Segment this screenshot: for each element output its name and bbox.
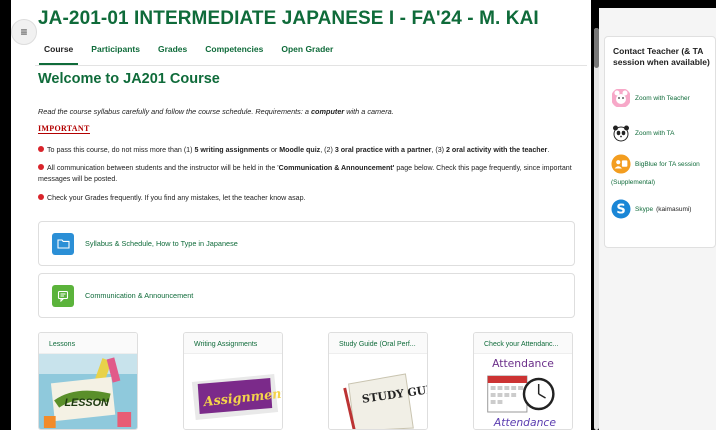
- rule-text: All communication between students and t…: [47, 164, 279, 172]
- course-main-region: ≡ JA-201-01 INTERMEDIATE JAPANESE I - FA…: [11, 0, 591, 430]
- card-attendance[interactable]: Check your Attendanc... Attendance Atten…: [473, 332, 573, 430]
- welcome-heading: Welcome to JA201 Course: [38, 71, 220, 87]
- intro-prefix: Read the course syllabus carefully and f…: [38, 107, 311, 116]
- resource-syllabus-label: Syllabus & Schedule, How to Type in Japa…: [85, 239, 238, 248]
- contact-teacher-block: Contact Teacher (& TA session when avail…: [604, 36, 716, 248]
- zoom-ta-label: Zoom with TA: [635, 129, 675, 137]
- intro-suffix: with a camera.: [344, 107, 394, 116]
- course-nav-tabs: Course Participants Grades Competencies …: [35, 40, 587, 66]
- zoom-teacher-label: Zoom with Teacher: [635, 94, 690, 102]
- assignment-image: Assignment: [184, 354, 282, 429]
- rule-bold: 2 oral activity with the teacher: [446, 146, 548, 154]
- bigblue-note-label: (Supplemental): [611, 179, 656, 186]
- svg-text:S: S: [616, 203, 625, 218]
- intro-bold: computer: [310, 107, 345, 116]
- tab-course[interactable]: Course: [35, 40, 82, 65]
- card-writing-assignments[interactable]: Writing Assignments Assignment: [183, 332, 283, 430]
- lesson-image: LESSON: [39, 354, 137, 429]
- rule-item-2: All communication between students and t…: [38, 163, 586, 185]
- rule-text: , (3): [431, 146, 446, 154]
- rule-item-3: Check your Grades frequently. If you fin…: [38, 193, 586, 204]
- lesson-image-text: LESSON: [64, 397, 109, 409]
- card-title: Lessons: [39, 333, 137, 354]
- card-title: Study Guide (Oral Perf...: [329, 333, 427, 354]
- card-lessons[interactable]: Lessons LESSON: [38, 332, 138, 430]
- bigbluebutton-icon: [611, 154, 631, 174]
- skype-link[interactable]: S Skype (kaimasumi): [611, 199, 691, 219]
- resource-communication[interactable]: Communication & Announcement: [38, 273, 575, 318]
- tab-grades[interactable]: Grades: [149, 40, 196, 64]
- attendance-bottom-text: Attendance: [493, 416, 556, 429]
- tab-participants[interactable]: Participants: [82, 40, 149, 64]
- browser-frame: ≡ JA-201-01 INTERMEDIATE JAPANESE I - FA…: [0, 0, 716, 430]
- bigblue-note: (Supplemental): [611, 179, 655, 186]
- resource-syllabus[interactable]: Syllabus & Schedule, How to Type in Japa…: [38, 221, 575, 266]
- card-study-guide[interactable]: Study Guide (Oral Perf... STUDY GUIDE: [328, 332, 428, 430]
- forum-icon: [52, 284, 74, 307]
- zoom-ta-link[interactable]: Zoom with TA: [611, 123, 675, 143]
- tab-competencies[interactable]: Competencies: [196, 40, 272, 64]
- rule-item-1: To pass this course, do not miss more th…: [38, 145, 586, 156]
- panda-icon: [613, 125, 629, 142]
- bigblue-link[interactable]: BigBlue for TA session: [611, 154, 700, 174]
- skype-icon: S: [611, 199, 631, 219]
- rule-text: To pass this course, do not miss more th…: [47, 146, 195, 154]
- tab-open-grader[interactable]: Open Grader: [272, 40, 342, 64]
- attendance-top-text: Attendance: [492, 357, 554, 370]
- bigblue-label: BigBlue for TA session: [635, 160, 700, 168]
- skype-username: (kaimasumi): [656, 205, 692, 213]
- folder-icon: [52, 232, 74, 255]
- red-bullet-icon: [38, 194, 44, 201]
- red-bullet-icon: [38, 146, 44, 153]
- rule-bold: Communication & Announcement': [278, 164, 395, 172]
- resource-communication-label: Communication & Announcement: [85, 291, 194, 300]
- card-title: Check your Attendanc...: [474, 333, 572, 354]
- rule-bold: Moodle quiz: [279, 146, 321, 154]
- block-title: Contact Teacher (& TA session when avail…: [613, 46, 710, 67]
- rule-text: .: [547, 146, 550, 154]
- rule-bold: 3 oral practice with a partner: [334, 146, 432, 154]
- rule-bold: 5 writing assignments: [194, 146, 269, 154]
- page-title: JA-201-01 INTERMEDIATE JAPANESE I - FA'2…: [38, 8, 539, 29]
- zoom-teacher-icon: [612, 89, 630, 107]
- rule-text: , (2): [320, 146, 335, 154]
- course-index-toggle-button[interactable]: ≡: [11, 19, 37, 45]
- study-guide-image: STUDY GUIDE: [329, 354, 427, 429]
- right-sidebar: Contact Teacher (& TA session when avail…: [599, 8, 716, 430]
- menu-icon: ≡: [20, 25, 28, 39]
- card-title: Writing Assignments: [184, 333, 282, 354]
- attendance-image: Attendance Attendance: [474, 354, 572, 429]
- zoom-teacher-link[interactable]: Zoom with Teacher: [611, 88, 690, 108]
- red-bullet-icon: [38, 164, 44, 171]
- intro-text: Read the course syllabus carefully and f…: [38, 107, 394, 116]
- rule-text: or: [268, 146, 280, 154]
- rule-text: Check your Grades frequently. If you fin…: [47, 194, 306, 202]
- skype-label: Skype: [635, 205, 654, 213]
- important-label: IMPORTANT: [38, 124, 90, 134]
